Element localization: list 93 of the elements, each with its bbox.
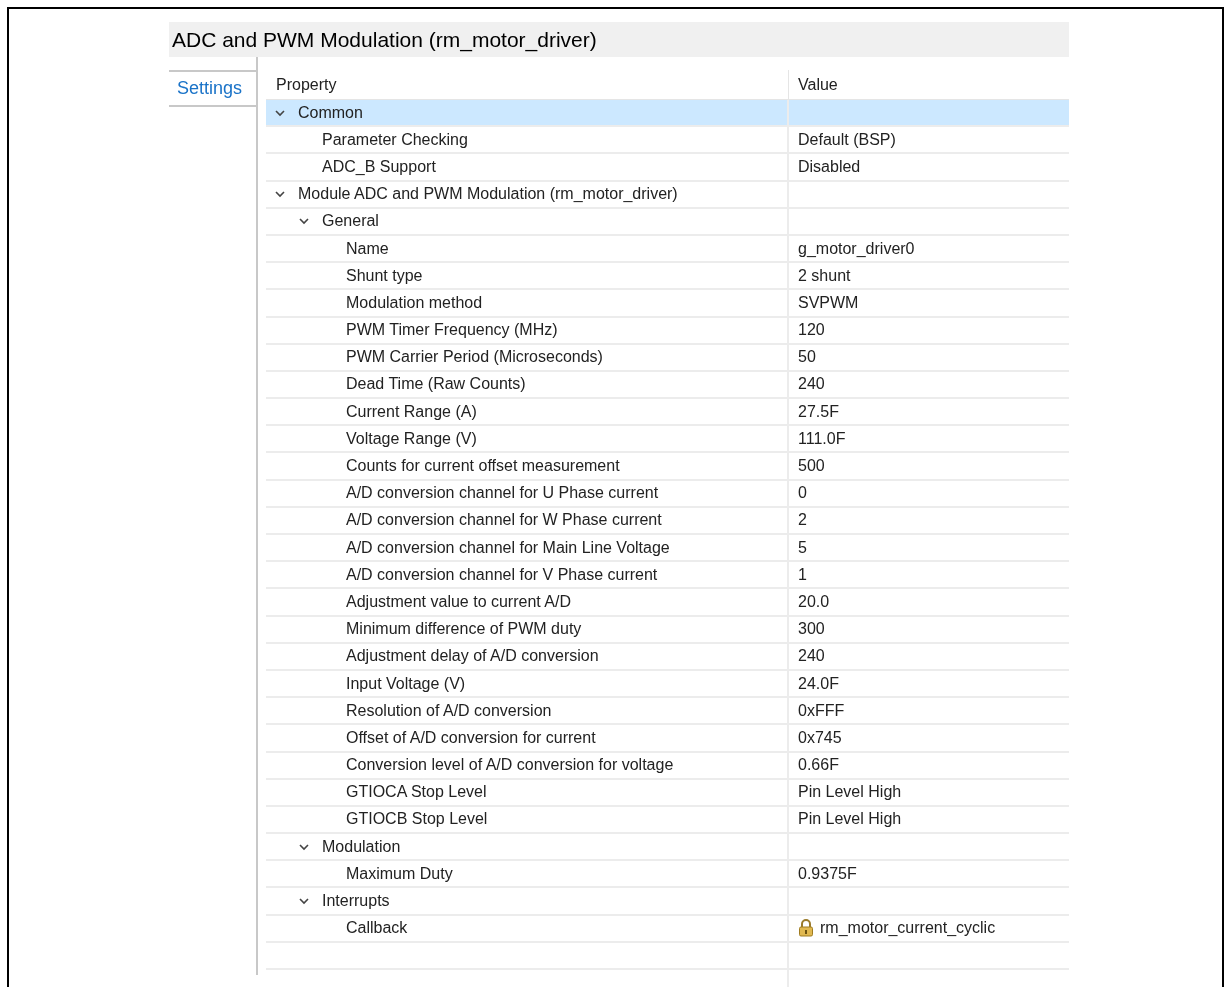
property-name: Dead Time (Raw Counts)	[346, 374, 526, 395]
property-row[interactable]: General	[266, 208, 1069, 236]
property-value: 120	[798, 320, 825, 341]
property-name: Counts for current offset measurement	[346, 456, 620, 477]
property-value: 5	[798, 537, 807, 558]
property-row[interactable]: Module ADC and PWM Modulation (rm_motor_driver)	[266, 181, 1069, 209]
property-row[interactable]: PWM Carrier Period (Microseconds) 50	[266, 344, 1069, 372]
property-value: 0	[798, 483, 807, 504]
property-name: Callback	[346, 918, 408, 939]
property-row[interactable]: Input Voltage (V) 24.0F	[266, 670, 1069, 699]
property-row[interactable]: Parameter Checking Default (BSP)	[266, 127, 1069, 155]
property-value: g_motor_driver0	[798, 238, 915, 259]
property-name: Current Range (A)	[346, 401, 477, 422]
property-name: Adjustment delay of A/D conversion	[346, 646, 599, 667]
property-name: Interrupts	[322, 891, 390, 912]
property-name: Conversion level of A/D conversion for voltage	[346, 755, 674, 776]
property-row[interactable]: Maximum Duty 0.9375F	[266, 861, 1069, 889]
property-value: 20.0	[798, 591, 830, 612]
property-row[interactable]: Adjustment delay of A/D conversion 240	[266, 643, 1069, 671]
property-name: Minimum difference of PWM duty	[346, 619, 582, 640]
property-row[interactable]: Dead Time (Raw Counts) 240	[266, 371, 1069, 400]
property-name: PWM Timer Frequency (MHz)	[346, 320, 558, 341]
property-value: 0.9375F	[798, 863, 857, 884]
property-name: Offset of A/D conversion for current	[346, 727, 596, 748]
property-row[interactable]: Interrupts	[266, 888, 1069, 916]
property-value: 24.0F	[798, 673, 839, 694]
property-value: Disabled	[798, 156, 861, 177]
property-name: A/D conversion channel for W Phase current	[346, 510, 662, 531]
property-value: 500	[798, 456, 825, 477]
property-name: ADC_B Support	[322, 156, 436, 177]
property-name: Modulation method	[346, 292, 483, 313]
property-row[interactable]: Modulation	[266, 834, 1069, 862]
property-row[interactable]: Shunt type 2 shunt	[266, 263, 1069, 291]
property-row[interactable]: A/D conversion channel for U Phase current 0	[266, 480, 1069, 508]
property-row[interactable]: PWM Timer Frequency (MHz) 120	[266, 317, 1069, 345]
property-value: 0xFFF	[798, 700, 845, 721]
property-value: 0x745	[798, 727, 842, 748]
property-value: Pin Level High	[798, 809, 902, 830]
property-row[interactable]: A/D conversion channel for V Phase current 1	[266, 562, 1069, 590]
property-name: Shunt type	[346, 265, 423, 286]
property-row[interactable]: GTIOCB Stop Level Pin Level High	[266, 806, 1069, 835]
property-value: 240	[798, 374, 825, 395]
property-row[interactable]: GTIOCA Stop Level Pin Level High	[266, 779, 1069, 807]
property-row[interactable]: Common	[266, 100, 1069, 128]
property-row[interactable]: Callback rm_motor_current_cyclic	[266, 915, 1069, 943]
property-row[interactable]: Resolution of A/D conversion 0xFFF	[266, 698, 1069, 726]
property-name: General	[322, 211, 379, 232]
settings-tab[interactable]: Settings	[169, 70, 256, 107]
property-name: Module ADC and PWM Modulation (rm_motor_driver)	[298, 184, 678, 205]
property-name: A/D conversion channel for V Phase current	[346, 564, 658, 585]
column-header[interactable]: Value	[789, 70, 1069, 99]
property-value: 240	[798, 646, 825, 667]
property-row[interactable]: Offset of A/D conversion for current 0x745	[266, 725, 1069, 753]
property-row[interactable]: A/D conversion channel for Main Line Voltage 5	[266, 535, 1069, 563]
property-name: GTIOCA Stop Level	[346, 782, 487, 803]
padlock-icon	[798, 919, 814, 938]
property-name: GTIOCB Stop Level	[346, 809, 488, 830]
property-value: 1	[798, 564, 807, 585]
property-name: Voltage Range (V)	[346, 428, 477, 449]
property-name: Adjustment value to current A/D	[346, 591, 571, 612]
panel-title: ADC and PWM Modulation (rm_motor_driver)	[169, 22, 1069, 57]
property-row[interactable]: Name g_motor_driver0	[266, 235, 1069, 264]
property-row[interactable]: A/D conversion channel for W Phase current 2	[266, 507, 1069, 535]
property-value: 2	[798, 510, 807, 531]
property-row[interactable]: Counts for current offset measurement 500	[266, 453, 1069, 481]
property-row[interactable]: Minimum difference of PWM duty 300	[266, 616, 1069, 644]
property-value: 300	[798, 619, 825, 640]
property-row[interactable]: Adjustment value to current A/D 20.0	[266, 589, 1069, 617]
property-row[interactable]: Voltage Range (V) 111.0F	[266, 426, 1069, 454]
property-row[interactable]: ADC_B Support Disabled	[266, 154, 1069, 182]
property-name: A/D conversion channel for U Phase current	[346, 483, 659, 504]
property-name: Common	[298, 102, 363, 123]
property-value: Default (BSP)	[798, 129, 896, 150]
property-value: 0.66F	[798, 755, 839, 776]
property-row[interactable]: Current Range (A) 27.5F	[266, 399, 1069, 427]
column-header[interactable]: Property	[266, 70, 789, 99]
property-value: 27.5F	[798, 401, 839, 422]
property-name: Input Voltage (V)	[346, 673, 466, 694]
property-value: Pin Level High	[798, 782, 902, 803]
property-value: 2 shunt	[798, 265, 851, 286]
property-value: rm_motor_current_cyclic	[820, 918, 996, 939]
property-value: 50	[798, 347, 816, 368]
property-name: A/D conversion channel for Main Line Voltage	[346, 537, 670, 558]
property-name: Modulation	[322, 836, 401, 857]
property-row[interactable]: Conversion level of A/D conversion for voltage 0.66F	[266, 752, 1069, 780]
property-name: Maximum Duty	[346, 863, 453, 884]
property-value: 111.0F	[798, 428, 846, 449]
property-name: Parameter Checking	[322, 129, 468, 150]
property-name: PWM Carrier Period (Microseconds)	[346, 347, 603, 368]
property-name: Resolution of A/D conversion	[346, 700, 552, 721]
property-name: Name	[346, 238, 389, 259]
property-row[interactable]: Modulation method SVPWM	[266, 290, 1069, 318]
property-value: SVPWM	[798, 292, 859, 313]
